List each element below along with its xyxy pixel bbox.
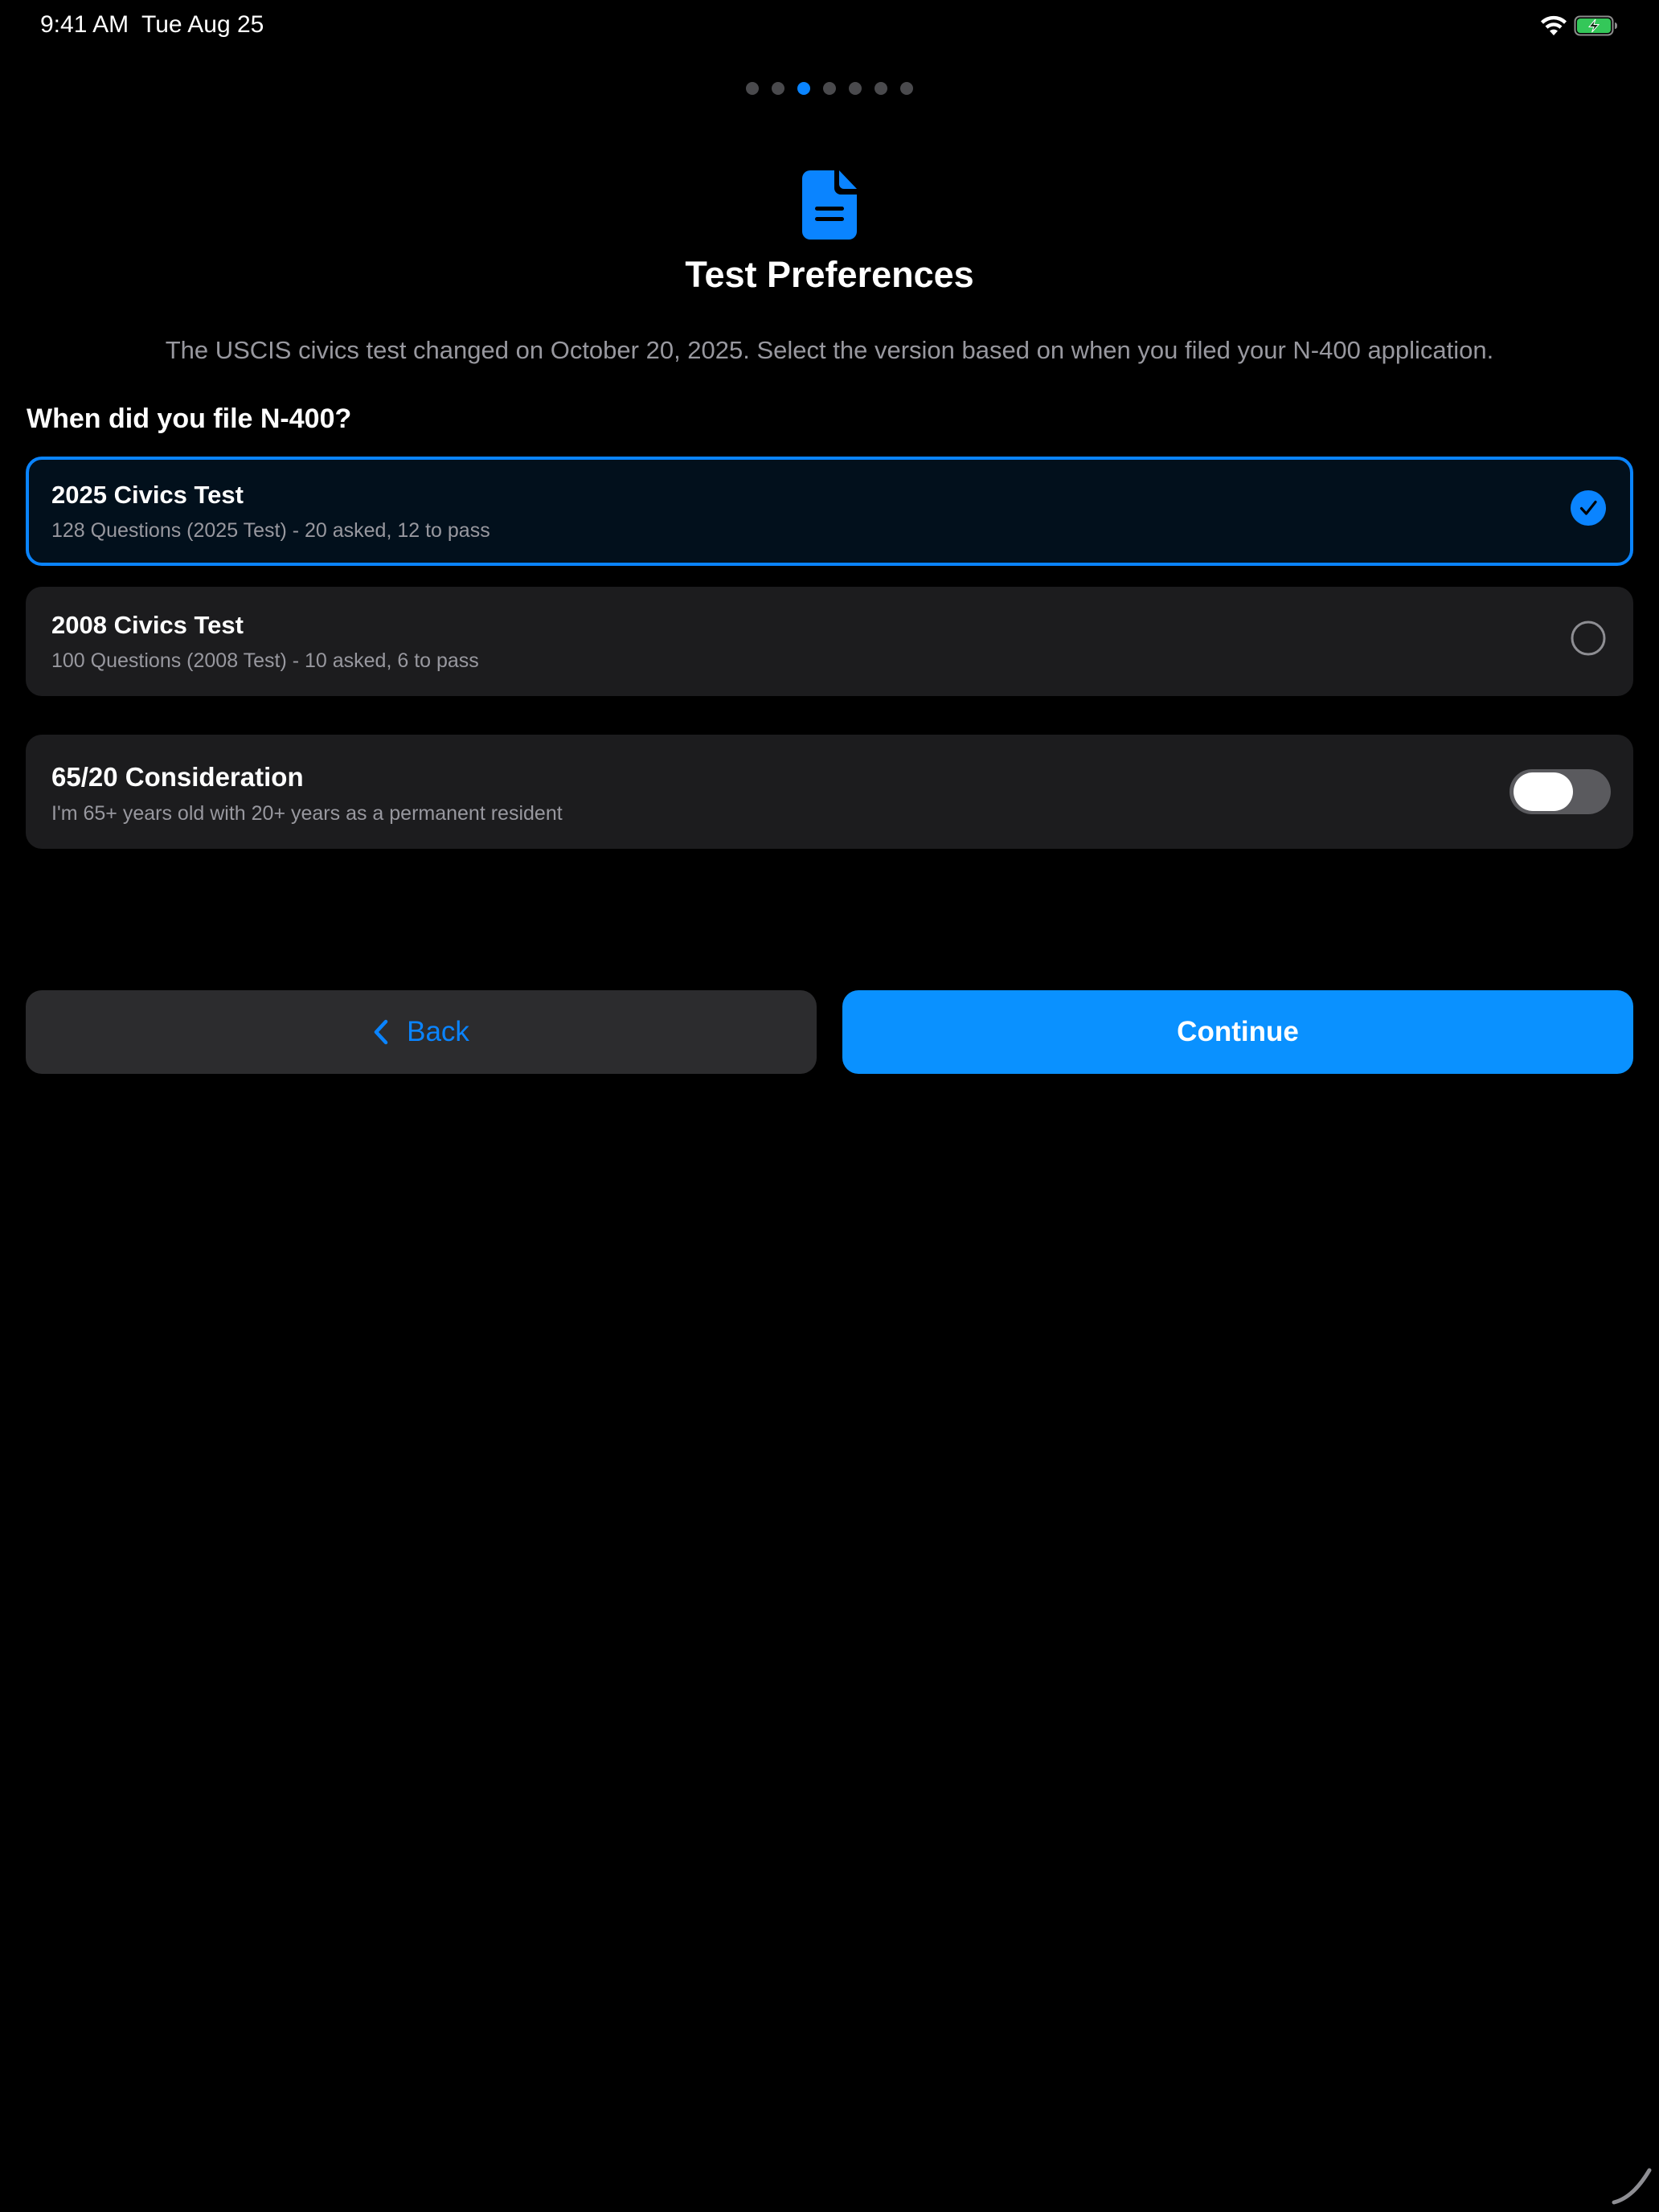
question-label: When did you file N-400? xyxy=(27,403,352,434)
option-title: 2008 Civics Test xyxy=(51,611,244,639)
back-label: Back xyxy=(407,1016,469,1047)
page-dot xyxy=(875,82,887,95)
document-icon xyxy=(802,170,857,240)
empty-circle-icon xyxy=(1571,621,1606,656)
continue-button[interactable]: Continue xyxy=(842,990,1633,1074)
status-bar: 9:41 AM Tue Aug 25 xyxy=(0,0,1659,51)
consideration-description: I'm 65+ years old with 20+ years as a pe… xyxy=(51,802,563,825)
page-dot xyxy=(823,82,836,95)
page-dot-active xyxy=(797,82,810,95)
page-dot xyxy=(746,82,759,95)
option-description: 100 Questions (2008 Test) - 10 asked, 6 … xyxy=(51,649,479,672)
checkmark-circle-icon xyxy=(1571,490,1606,526)
option-2025-civics-test[interactable]: 2025 Civics Test 128 Questions (2025 Tes… xyxy=(26,457,1633,566)
back-button[interactable]: Back xyxy=(26,990,817,1074)
option-2008-civics-test[interactable]: 2008 Civics Test 100 Questions (2008 Tes… xyxy=(26,587,1633,696)
option-description: 128 Questions (2025 Test) - 20 asked, 12… xyxy=(51,519,490,542)
page-dot xyxy=(849,82,862,95)
page-indicator xyxy=(0,82,1659,98)
wifi-icon xyxy=(1541,15,1567,35)
continue-label: Continue xyxy=(1177,1016,1299,1047)
battery-charging-icon xyxy=(1574,15,1617,36)
chevron-left-icon xyxy=(374,1019,388,1045)
consideration-toggle[interactable] xyxy=(1509,769,1611,814)
resize-grip-icon[interactable] xyxy=(1609,2162,1654,2207)
page-subtitle: The USCIS civics test changed on October… xyxy=(165,336,1494,364)
option-title: 2025 Civics Test xyxy=(51,481,244,509)
toggle-knob xyxy=(1514,772,1573,811)
consideration-title: 65/20 Consideration xyxy=(51,762,304,792)
status-time: 9:41 AM xyxy=(40,11,129,38)
page-dot xyxy=(900,82,913,95)
page-dot xyxy=(772,82,784,95)
consideration-card: 65/20 Consideration I'm 65+ years old wi… xyxy=(26,735,1633,849)
status-date: Tue Aug 25 xyxy=(141,11,264,38)
page-title: Test Preferences xyxy=(685,254,974,295)
